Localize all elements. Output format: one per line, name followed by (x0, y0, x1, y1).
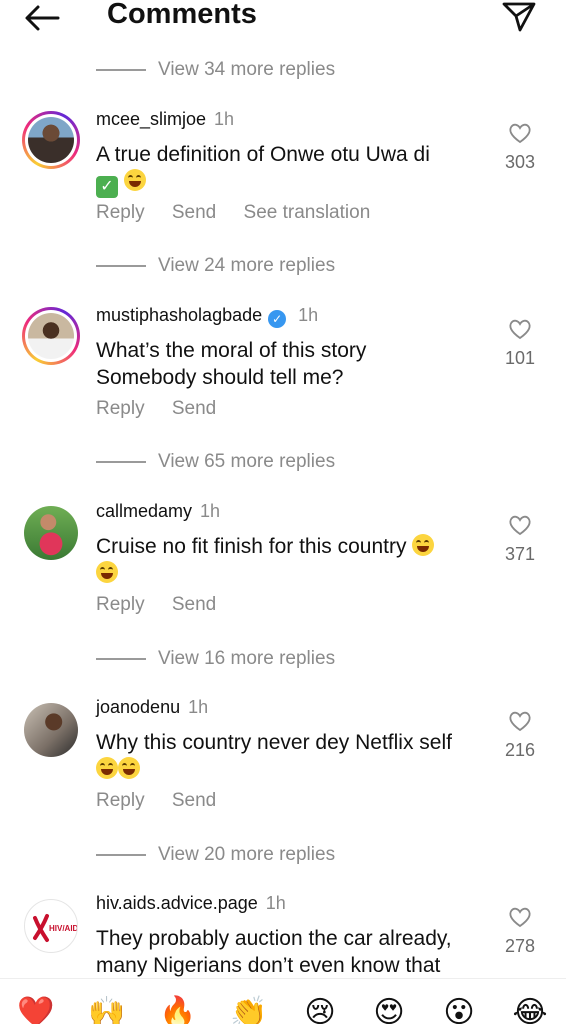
reply-button[interactable]: Reply (96, 790, 145, 811)
hiv-aids-logo: HIV/AIDS (33, 914, 78, 942)
laughing-emoji (96, 561, 118, 583)
divider (96, 265, 146, 267)
heart-reaction-icon[interactable]: ❤️ (16, 993, 56, 1024)
svg-text:HIV/AIDS: HIV/AIDS (49, 924, 78, 933)
header: Comments (0, 0, 566, 40)
crying-reaction-icon[interactable]: 😢 (300, 993, 340, 1024)
comment-text: Cruise no fit finish for this country (96, 533, 486, 587)
like-count: 371 (504, 544, 536, 564)
username[interactable]: mustiphasholagbade ✓ 1h (96, 305, 318, 328)
view-more-replies[interactable]: View 24 more replies (96, 254, 335, 278)
laughing-reaction-icon[interactable]: 😂 (510, 993, 550, 1024)
surprised-reaction-icon[interactable]: 😮 (439, 993, 479, 1024)
username[interactable]: mcee_slimjoe 1h (96, 109, 234, 130)
page-title: Comments (107, 0, 257, 30)
like-count: 303 (504, 152, 536, 172)
comment-text: What’s the moral of this story Somebody … (96, 339, 367, 389)
check-mark-emoji: ✓ (96, 176, 118, 198)
like-heart-icon[interactable] (508, 514, 532, 536)
send-button[interactable]: Send (172, 790, 216, 811)
like-heart-icon[interactable] (508, 906, 532, 928)
avatar[interactable] (24, 703, 78, 757)
avatar[interactable]: HIV/AIDS (24, 899, 78, 953)
like-heart-icon[interactable] (508, 710, 532, 732)
comment-actions: Reply Send (96, 398, 238, 420)
comment-actions: Reply Send See translation (96, 202, 392, 224)
send-button[interactable]: Send (172, 202, 216, 223)
laughing-emoji (118, 757, 140, 779)
divider (96, 854, 146, 856)
divider (96, 658, 146, 660)
raised-hands-reaction-icon[interactable]: 🙌 (87, 993, 127, 1024)
avatar[interactable] (22, 307, 80, 365)
verified-badge-icon: ✓ (268, 310, 287, 328)
comment-text: A true definition of Onwe otu Uwa di ✓ (96, 141, 486, 198)
username[interactable]: joanodenu 1h (96, 697, 208, 718)
comment-actions: Reply Send (96, 594, 238, 616)
send-button[interactable]: Send (172, 594, 216, 615)
send-button[interactable]: Send (172, 398, 216, 419)
comment-actions: Reply Send (96, 790, 238, 812)
like-heart-icon[interactable] (508, 318, 532, 340)
avatar[interactable] (24, 506, 78, 560)
reply-button[interactable]: Reply (96, 594, 145, 615)
reply-button[interactable]: Reply (96, 398, 145, 419)
comment-text: Why this country never dey Netflix self (96, 729, 486, 783)
comment-text: They probably auction the car already, m… (96, 927, 452, 977)
laughing-emoji (412, 534, 435, 556)
divider (96, 461, 146, 463)
fire-reaction-icon[interactable]: 🔥 (158, 993, 198, 1024)
divider (96, 69, 146, 71)
username[interactable]: hiv.aids.advice.page 1h (96, 893, 286, 914)
like-count: 216 (504, 740, 536, 760)
avatar[interactable] (22, 111, 80, 169)
view-more-replies[interactable]: View 65 more replies (96, 450, 335, 474)
back-arrow-icon[interactable] (22, 2, 62, 34)
view-more-replies[interactable]: View 20 more replies (96, 843, 335, 867)
reply-button[interactable]: Reply (96, 202, 145, 223)
see-translation-button[interactable]: See translation (244, 202, 371, 223)
heart-eyes-reaction-icon[interactable]: 😍 (369, 993, 409, 1024)
like-heart-icon[interactable] (508, 122, 532, 144)
view-more-replies[interactable]: View 34 more replies (96, 58, 335, 82)
laughing-emoji (123, 169, 146, 191)
send-icon[interactable] (500, 0, 538, 34)
view-more-replies[interactable]: View 16 more replies (96, 647, 335, 671)
emoji-reaction-bar: ❤️ 🙌 🔥 👏 😢 😍 😮 😂 (0, 978, 566, 1024)
like-count: 101 (504, 348, 536, 368)
laughing-emoji (96, 757, 118, 779)
clapping-reaction-icon[interactable]: 👏 (229, 993, 269, 1024)
username[interactable]: callmedamy 1h (96, 501, 220, 522)
like-count: 278 (504, 936, 536, 956)
